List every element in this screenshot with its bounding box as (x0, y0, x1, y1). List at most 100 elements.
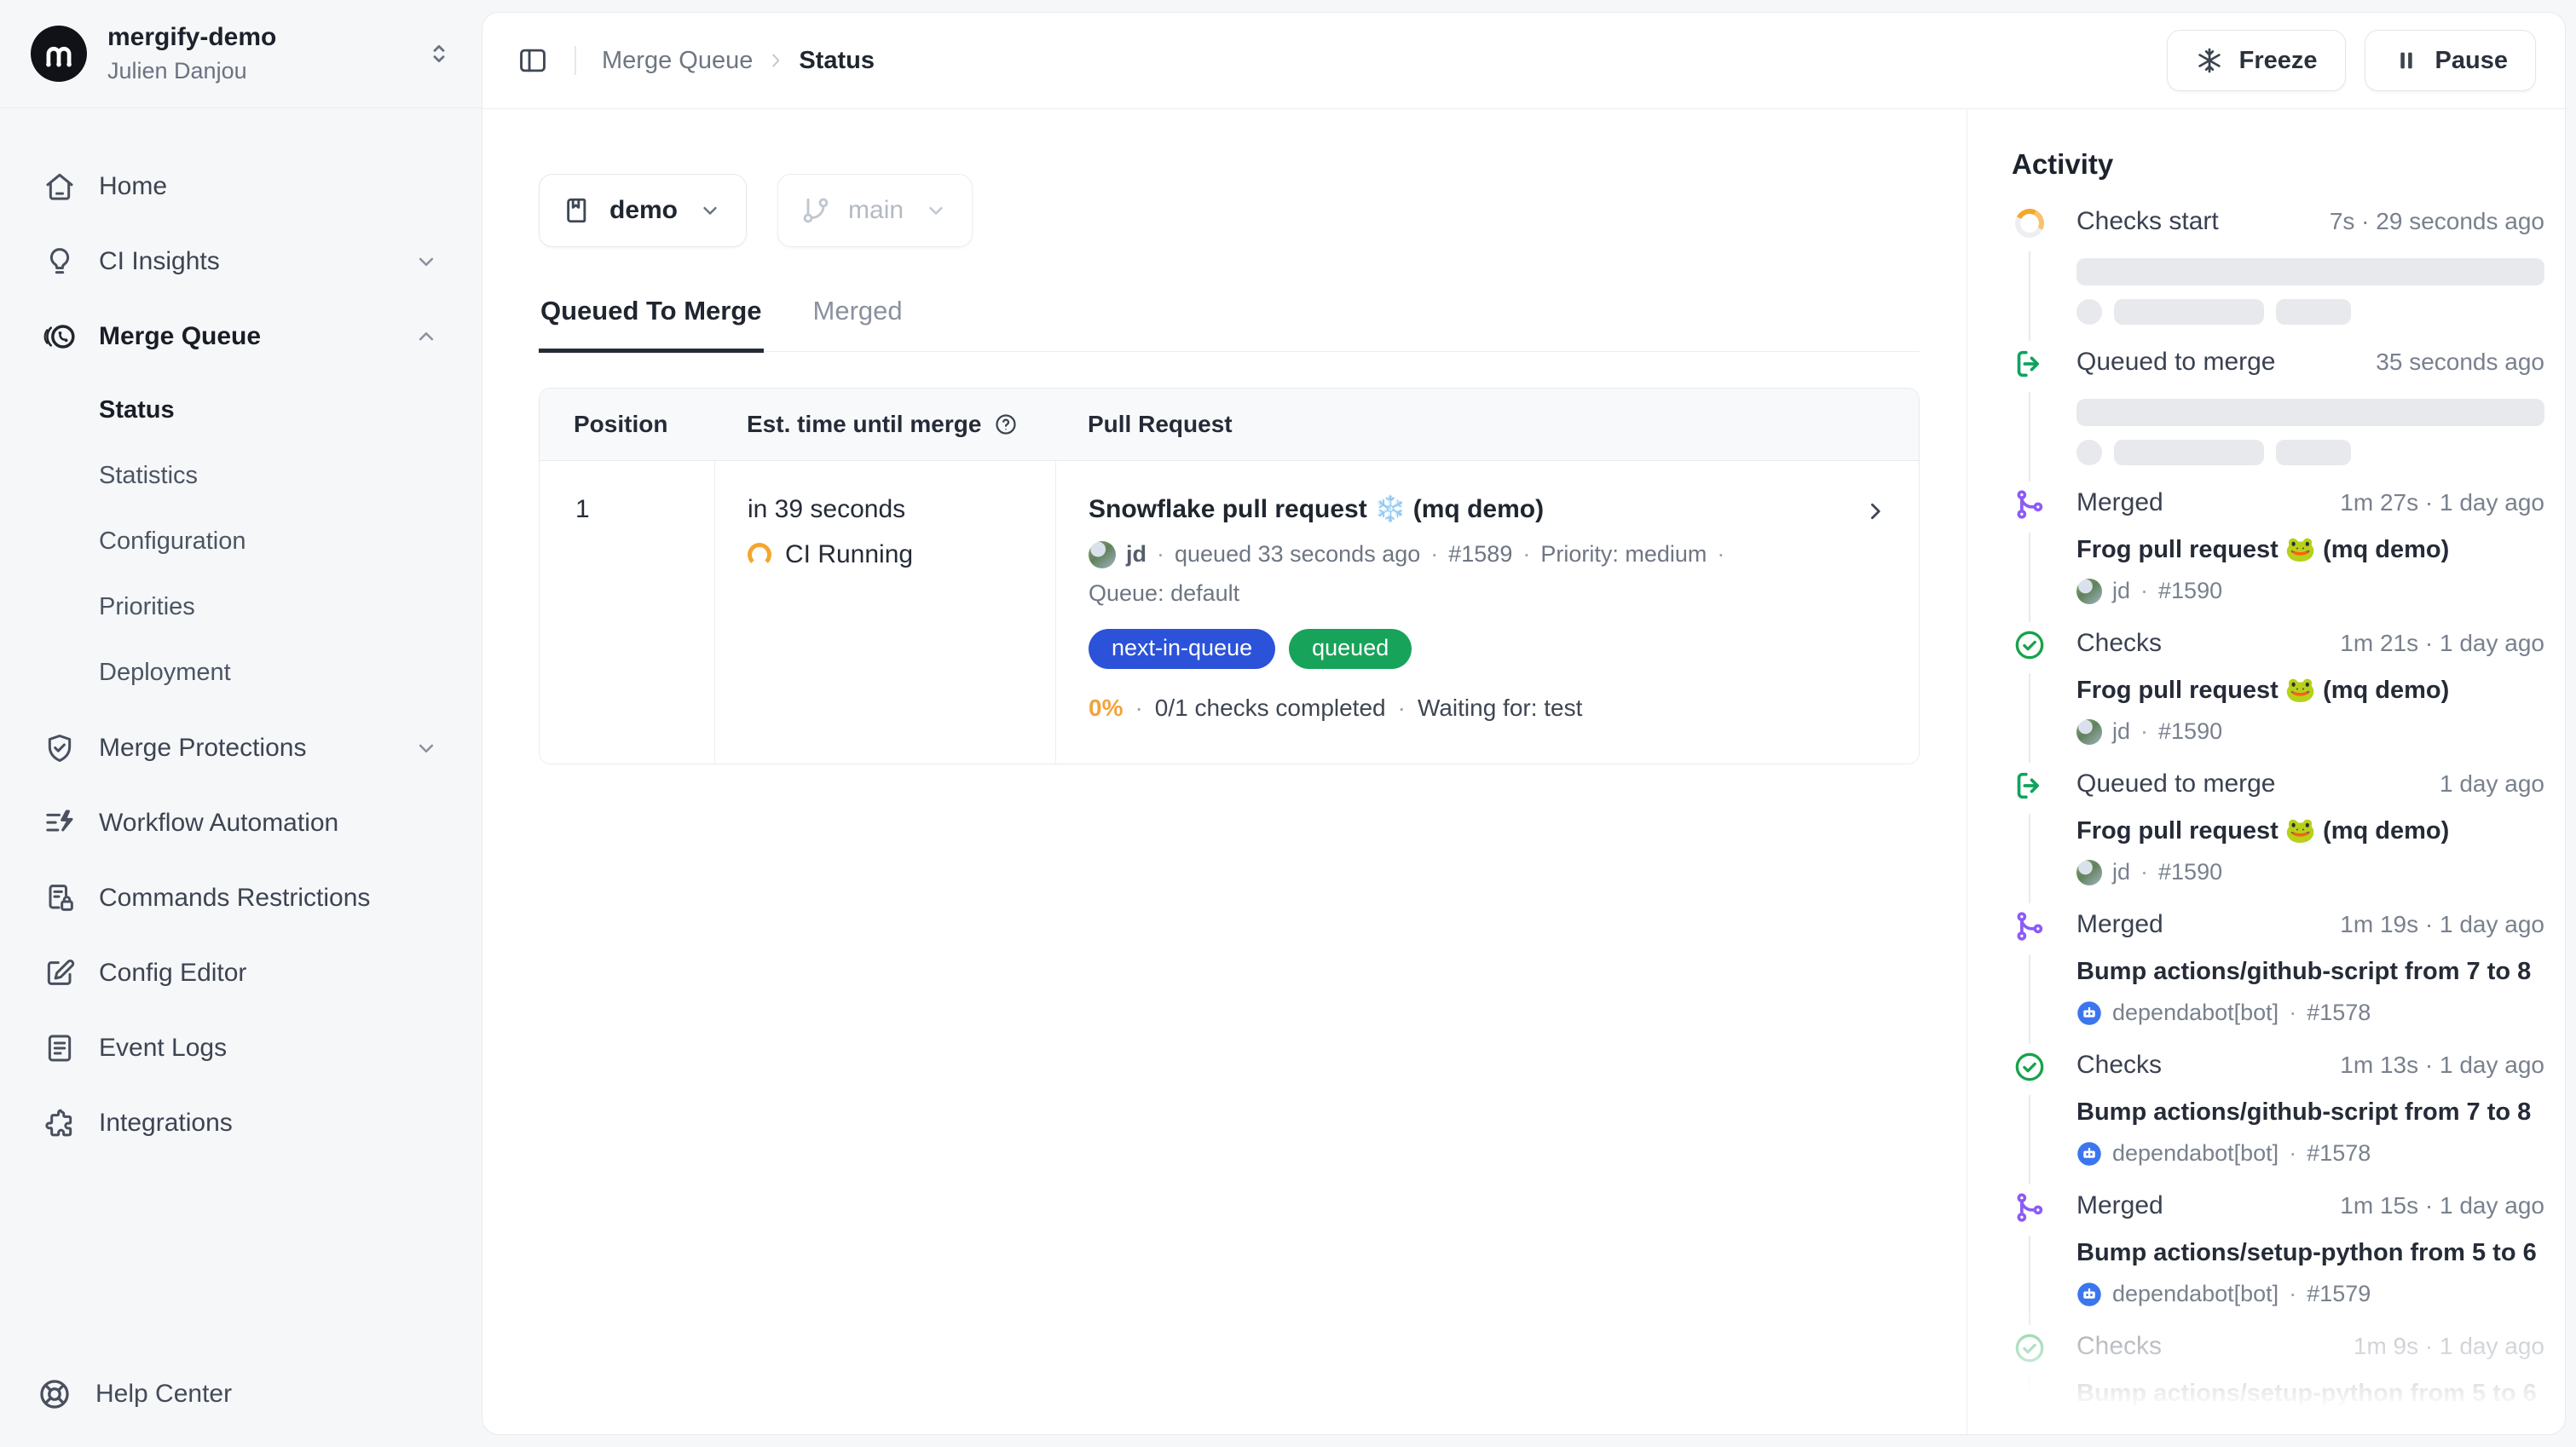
sidebar-item-label: Config Editor (99, 957, 246, 989)
chevron-down-icon (924, 199, 948, 222)
activity-pr-meta: jd · #1590 (2076, 577, 2544, 606)
branch-value: main (848, 194, 904, 227)
sidebar-subitem-deployment[interactable]: Deployment (22, 640, 459, 706)
skeleton-row (2076, 440, 2544, 465)
repository-select[interactable]: demo (539, 174, 747, 247)
sidebar-subitem-configuration[interactable]: Configuration (22, 509, 459, 574)
checks-completed: 0/1 checks completed (1155, 693, 1386, 723)
sidebar-item-label: Workflow Automation (99, 807, 338, 839)
branch-select[interactable]: main (777, 174, 973, 247)
activity-pr-number: #1578 (2307, 1139, 2371, 1168)
activity-pr-title[interactable]: Frog pull request 🐸 (mq demo) (2076, 816, 2544, 846)
sidebar-item-merge-queue[interactable]: Merge Queue (22, 303, 459, 371)
chevron-down-icon (413, 249, 439, 274)
dot-separator: · (2289, 1280, 2296, 1309)
help-center-link[interactable]: Help Center (0, 1375, 482, 1447)
activity-timestamp: 1 day ago (2440, 769, 2544, 798)
sidebar-toggle-icon[interactable] (517, 44, 549, 77)
chevron-right-icon[interactable] (1861, 497, 1890, 526)
sidebar-nav: Home CI Insights (0, 108, 482, 1375)
sidebar-item-home[interactable]: Home (22, 153, 459, 221)
pr-title[interactable]: Snowflake pull request ❄️ (mq demo) (1089, 493, 1834, 526)
lightbulb-icon (43, 245, 77, 279)
activity-pr-meta: dependabot[bot] · #1579 (2076, 1280, 2544, 1309)
activity-pr-title[interactable]: Bump actions/github-script from 7 to 8 (2076, 1097, 2544, 1127)
activity-event-title: Checks (2076, 1330, 2162, 1363)
workflow-automation-icon (43, 806, 77, 840)
avatar (2076, 579, 2102, 604)
activity-pr-title[interactable]: Bump actions/github-script from 7 to 8 (2076, 956, 2544, 987)
tab-merged[interactable]: Merged (811, 295, 904, 351)
label-next-in-queue: next-in-queue (1089, 629, 1275, 669)
sidebar-item-event-logs[interactable]: Event Logs (22, 1014, 459, 1082)
dot-separator: · (2289, 999, 2296, 1028)
dependabot-icon (2076, 1000, 2102, 1026)
help-circle-icon[interactable] (993, 412, 1019, 437)
table-header: Position Est. time until merge Pull Requ… (540, 389, 1919, 461)
row-position: 1 (540, 461, 714, 764)
sidebar-subitem-status[interactable]: Status (22, 378, 459, 443)
merge-queue-icon (43, 320, 77, 354)
skeleton-bar (2076, 399, 2544, 426)
activity-pr-meta: jd · #1590 (2076, 858, 2544, 887)
sidebar-item-integrations[interactable]: Integrations (22, 1089, 459, 1157)
chevron-up-icon (413, 324, 439, 349)
activity-pr-number: #1590 (2158, 858, 2222, 887)
dot-separator: · (1135, 693, 1142, 723)
mergify-logo (31, 26, 87, 82)
org-switcher[interactable]: mergify-demo Julien Danjou (0, 0, 482, 108)
sidebar-subitem-statistics[interactable]: Statistics (22, 443, 459, 509)
header-actions: Freeze Pause (2167, 30, 2536, 91)
pause-button[interactable]: Pause (2365, 30, 2536, 91)
freeze-button[interactable]: Freeze (2167, 30, 2346, 91)
activity-pr-title[interactable]: Bump actions/setup-python from 5 to 6 (2076, 1378, 2544, 1409)
sidebar-item-commands-restrictions[interactable]: Commands Restrictions (22, 864, 459, 932)
breadcrumb-parent[interactable]: Merge Queue (602, 45, 753, 76)
column-position: Position (540, 409, 714, 439)
sidebar-item-ci-insights[interactable]: CI Insights (22, 228, 459, 296)
pause-label: Pause (2435, 47, 2508, 75)
queue-tabs: Queued To Merge Merged (539, 295, 1920, 352)
dependabot-icon (2076, 1141, 2102, 1167)
activity-pr-title[interactable]: Bump actions/setup-python from 5 to 6 (2076, 1237, 2544, 1268)
sidebar-item-workflow-automation[interactable]: Workflow Automation (22, 789, 459, 857)
table-row[interactable]: 1 in 39 seconds CI Running Snowflake pul… (540, 461, 1919, 764)
tab-queued-to-merge[interactable]: Queued To Merge (539, 295, 764, 353)
check-circle-icon (2012, 627, 2048, 663)
activity-item: Queued to merge 35 seconds ago (2012, 346, 2544, 487)
home-icon (43, 170, 77, 204)
skeleton-row (2076, 299, 2544, 325)
sidebar-item-config-editor[interactable]: Config Editor (22, 939, 459, 1007)
activity-pr-title[interactable]: Frog pull request 🐸 (mq demo) (2076, 534, 2544, 565)
activity-panel: Activity Checks start 7s · 29 seconds ag… (1967, 109, 2565, 1434)
activity-item: Checks 1m 9s · 1 day ago Bump actions/se… (2012, 1330, 2544, 1434)
dependabot-icon (2076, 1422, 2102, 1434)
dot-separator: · (1430, 540, 1438, 569)
dot-separator: · (1157, 540, 1164, 569)
activity-event-title: Queued to merge (2076, 768, 2275, 800)
sidebar-item-label: Home (99, 170, 167, 203)
activity-event-title: Merged (2076, 908, 2163, 941)
sidebar-item-label: Commands Restrictions (99, 882, 370, 914)
org-owner: Julien Danjou (107, 57, 276, 86)
sidebar-subitem-label: Statistics (99, 460, 198, 491)
sidebar-item-merge-protections[interactable]: Merge Protections (22, 714, 459, 782)
sidebar-subitem-priorities[interactable]: Priorities (22, 574, 459, 640)
activity-author: jd (2112, 718, 2130, 747)
activity-pr-title[interactable]: Frog pull request 🐸 (mq demo) (2076, 675, 2544, 706)
checks-progress: 0% (1089, 693, 1123, 723)
repository-icon (562, 195, 592, 226)
queue-table: Position Est. time until merge Pull Requ… (539, 388, 1920, 764)
sidebar-item-label: Integrations (99, 1107, 233, 1139)
activity-pr-meta: dependabot[bot] · #1578 (2076, 999, 2544, 1028)
activity-item: Checks 1m 21s · 1 day ago Frog pull requ… (2012, 627, 2544, 768)
dot-separator: · (2140, 718, 2148, 747)
activity-item: Checks start 7s · 29 seconds ago (2012, 205, 2544, 346)
pr-priority: Priority: medium (1540, 540, 1707, 569)
git-merge-icon (2012, 487, 2048, 522)
activity-pr-meta: jd · #1590 (2076, 718, 2544, 747)
activity-pr-number: #1579 (2307, 1280, 2371, 1309)
pr-queued-time: queued 33 seconds ago (1175, 540, 1420, 569)
edit-icon (43, 956, 77, 990)
activity-author: dependabot[bot] (2112, 1139, 2279, 1168)
